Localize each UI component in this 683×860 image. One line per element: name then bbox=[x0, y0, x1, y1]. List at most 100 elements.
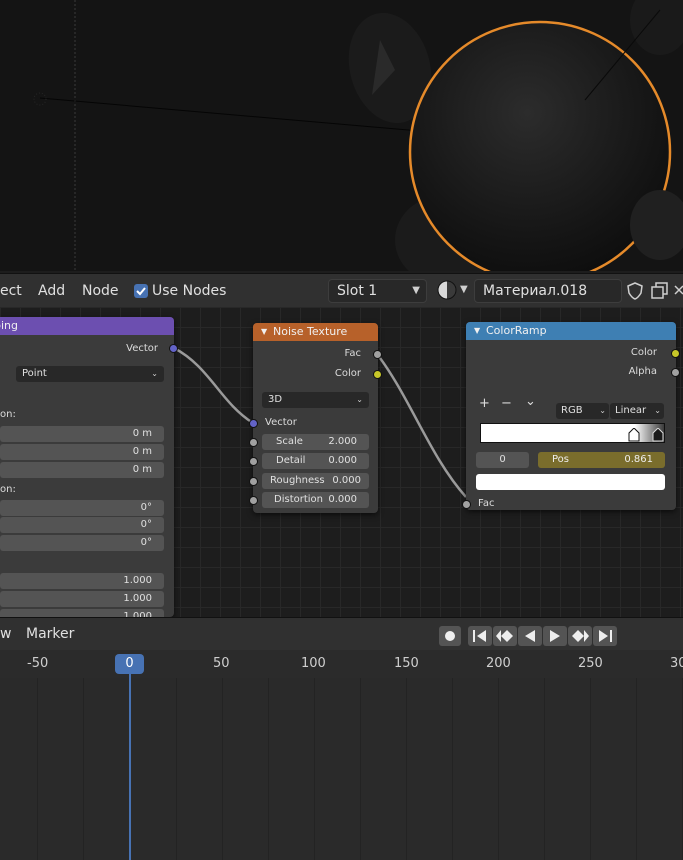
playhead-line[interactable] bbox=[129, 670, 131, 860]
rotation-y-field[interactable]: 0° bbox=[0, 517, 164, 533]
material-browse-button[interactable]: ▼ bbox=[436, 279, 472, 301]
remove-stop-button[interactable]: − bbox=[501, 396, 512, 411]
duplicate-material-button[interactable] bbox=[649, 280, 671, 302]
noise-scale-field[interactable]: Scale 2.000 bbox=[262, 434, 369, 450]
noise-in-scale-socket[interactable] bbox=[249, 438, 258, 447]
noise-detail-label: Detail bbox=[276, 455, 306, 466]
use-nodes-label[interactable]: Use Nodes bbox=[152, 274, 226, 308]
play-button[interactable] bbox=[543, 626, 567, 646]
jump-end-button[interactable] bbox=[593, 626, 617, 646]
rotation-y-value: 0° bbox=[140, 519, 152, 530]
rotation-z-field[interactable]: 0° bbox=[0, 535, 164, 551]
mapping-node-header[interactable]: ping bbox=[0, 317, 174, 335]
slot-value: Slot 1 bbox=[337, 283, 378, 299]
noise-out-fac-socket[interactable] bbox=[373, 350, 382, 359]
interpolation-dropdown[interactable]: Linear ⌄ bbox=[610, 403, 664, 419]
add-stop-button[interactable]: + bbox=[479, 396, 490, 411]
timeline-header: w Marker bbox=[0, 617, 683, 651]
colorramp-out-color-label: Color bbox=[630, 347, 657, 358]
colorramp-out-alpha-socket[interactable] bbox=[671, 368, 680, 377]
colorramp-in-fac-label: Fac bbox=[478, 498, 495, 509]
stop-position-field[interactable]: Pos 0.861 bbox=[538, 452, 665, 468]
stop-color-swatch[interactable] bbox=[476, 474, 665, 490]
ramp-stop-marker[interactable] bbox=[652, 428, 664, 442]
grid-line bbox=[83, 678, 84, 860]
frame-tick-label: 100 bbox=[301, 656, 326, 671]
stop-position-value: 0.861 bbox=[624, 454, 653, 465]
chevron-down-icon: ⌄ bbox=[151, 369, 158, 378]
next-keyframe-icon bbox=[572, 630, 589, 642]
color-mode-dropdown[interactable]: RGB ⌄ bbox=[556, 403, 609, 419]
colorramp-in-fac-socket[interactable] bbox=[462, 500, 471, 509]
frame-tick-label: 250 bbox=[578, 656, 603, 671]
active-stop-index[interactable]: 0 bbox=[476, 452, 529, 468]
mapping-type-dropdown[interactable]: Point ⌄ bbox=[16, 366, 164, 382]
location-y-value: 0 m bbox=[132, 446, 152, 457]
noise-dimension-dropdown[interactable]: 3D ⌄ bbox=[262, 392, 369, 408]
color-mode-value: RGB bbox=[561, 405, 583, 416]
frame-tick-label: 150 bbox=[394, 656, 419, 671]
scale-y-field[interactable]: 1.000 bbox=[0, 591, 164, 607]
ramp-options-button[interactable]: ⌄ bbox=[525, 394, 536, 409]
noise-roughness-field[interactable]: Roughness 0.000 bbox=[262, 473, 369, 489]
chevron-down-icon: ▼ bbox=[460, 284, 468, 295]
location-label: on: bbox=[0, 409, 16, 420]
location-z-field[interactable]: 0 m bbox=[0, 462, 164, 478]
noise-out-color-socket[interactable] bbox=[373, 370, 382, 379]
scale-z-field[interactable]: 1.000 bbox=[0, 609, 164, 617]
rotation-x-field[interactable]: 0° bbox=[0, 500, 164, 516]
colorramp-node[interactable]: ▼ ColorRamp Color Alpha + − ⌄ RGB ⌄ Line… bbox=[462, 322, 680, 510]
mapping-out-vector-socket[interactable] bbox=[169, 344, 178, 353]
material-name: Материал.018 bbox=[483, 283, 588, 299]
menu-select[interactable]: ect bbox=[0, 274, 22, 308]
noise-texture-node[interactable]: ▼ Noise Texture Fac Color 3D ⌄ Vector Sc… bbox=[249, 323, 382, 513]
mapping-node[interactable]: ping Vector Point ⌄ on: 0 m 0 m 0 m on: … bbox=[0, 317, 178, 617]
play-reverse-button[interactable] bbox=[518, 626, 542, 646]
noise-distortion-label: Distortion bbox=[274, 494, 323, 505]
menu-add[interactable]: Add bbox=[38, 274, 65, 308]
mapping-out-vector-label: Vector bbox=[126, 343, 158, 354]
location-z-value: 0 m bbox=[132, 464, 152, 475]
location-x-field[interactable]: 0 m bbox=[0, 426, 164, 442]
menu-node[interactable]: Node bbox=[82, 274, 119, 308]
record-button[interactable] bbox=[439, 626, 461, 646]
prev-keyframe-button[interactable] bbox=[493, 626, 517, 646]
colorramp-node-header[interactable]: ▼ ColorRamp bbox=[466, 322, 676, 340]
unlink-material-button[interactable] bbox=[672, 280, 683, 302]
slot-dropdown[interactable]: Slot 1 ▼ bbox=[328, 279, 427, 303]
3d-viewport[interactable] bbox=[0, 0, 683, 271]
menu-view[interactable]: w bbox=[0, 618, 11, 651]
noise-in-vector-socket[interactable] bbox=[249, 419, 258, 428]
collapse-triangle-icon[interactable]: ▼ bbox=[261, 323, 267, 341]
checkmark-icon bbox=[136, 287, 146, 296]
noise-in-roughness-socket[interactable] bbox=[249, 477, 258, 486]
record-icon bbox=[445, 631, 455, 641]
fake-user-button[interactable] bbox=[624, 280, 646, 302]
play-reverse-icon bbox=[525, 630, 535, 642]
menu-marker[interactable]: Marker bbox=[26, 618, 74, 651]
noise-in-detail-socket[interactable] bbox=[249, 457, 258, 466]
scale-x-field[interactable]: 1.000 bbox=[0, 573, 164, 589]
next-keyframe-button[interactable] bbox=[568, 626, 592, 646]
current-frame-indicator[interactable]: 0 bbox=[115, 654, 144, 674]
noise-in-distortion-socket[interactable] bbox=[249, 496, 258, 505]
noise-node-header[interactable]: ▼ Noise Texture bbox=[253, 323, 378, 341]
frame-tick-label: 30 bbox=[670, 656, 683, 671]
grid-line bbox=[37, 678, 38, 860]
colorramp-out-color-socket[interactable] bbox=[671, 349, 680, 358]
jump-start-button[interactable] bbox=[468, 626, 492, 646]
noise-out-fac-label: Fac bbox=[344, 348, 361, 359]
noise-detail-field[interactable]: Detail 0.000 bbox=[262, 453, 369, 469]
timeline-area[interactable] bbox=[0, 678, 683, 860]
node-editor-canvas[interactable]: ping Vector Point ⌄ on: 0 m 0 m 0 m on: … bbox=[0, 307, 683, 617]
material-name-field[interactable]: Материал.018 bbox=[474, 279, 622, 303]
collapse-triangle-icon[interactable]: ▼ bbox=[474, 322, 480, 340]
chevron-down-icon: ⌄ bbox=[654, 406, 661, 415]
rotation-label: on: bbox=[0, 484, 16, 495]
ramp-stop-marker[interactable] bbox=[628, 428, 640, 442]
noise-distortion-field[interactable]: Distortion 0.000 bbox=[262, 492, 369, 508]
color-ramp-gradient[interactable] bbox=[480, 423, 665, 443]
grid-line bbox=[406, 678, 407, 860]
location-y-field[interactable]: 0 m bbox=[0, 444, 164, 460]
use-nodes-checkbox[interactable] bbox=[134, 284, 148, 298]
